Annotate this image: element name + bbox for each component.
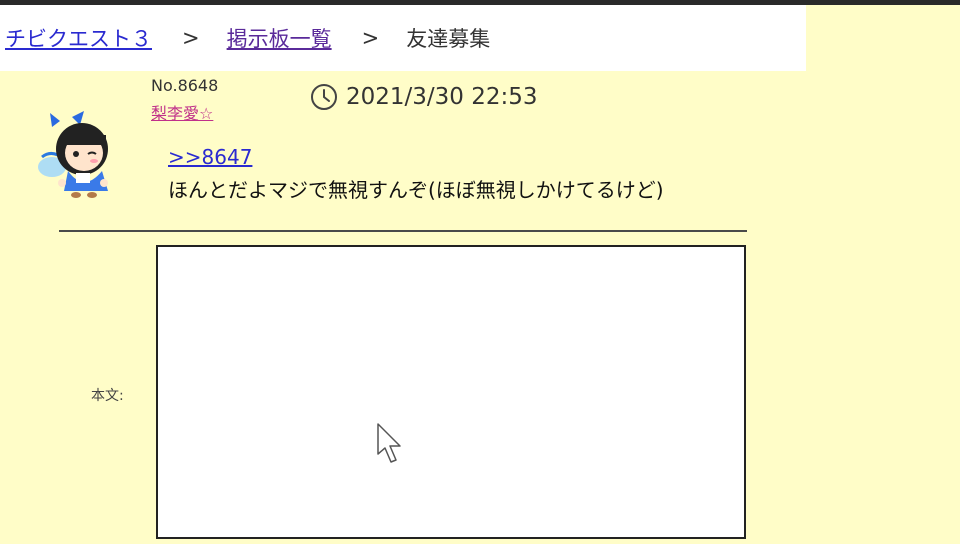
- chibi-avatar[interactable]: [32, 109, 124, 199]
- breadcrumb-separator: >: [182, 26, 200, 50]
- breadcrumb-current: 友達募集: [406, 27, 491, 51]
- breadcrumb-link-home[interactable]: チビクエスト３: [5, 23, 152, 53]
- mouse-cursor-icon: [377, 423, 401, 463]
- breadcrumb: チビクエスト３ > 掲示板一覧 > 友達募集: [0, 5, 806, 71]
- breadcrumb-link-board-list[interactable]: 掲示板一覧: [227, 23, 332, 53]
- reply-anchor-link[interactable]: >>8647: [168, 145, 252, 169]
- post-author[interactable]: 梨李愛☆: [151, 100, 213, 124]
- divider: [59, 230, 747, 232]
- clock-icon: [311, 84, 337, 110]
- post-timestamp-row: 2021/3/30 22:53: [310, 83, 538, 111]
- post-number: No.8648: [151, 76, 219, 95]
- post: No.8648 梨李愛☆ 2021/3/30 22:53 >>8647 ほんとだ…: [0, 71, 806, 231]
- post-body: ほんとだよマジで無視すんぞ(ほぼ無視しかけてるけど): [168, 178, 664, 202]
- post-timestamp: 2021/3/30 22:53: [346, 84, 538, 110]
- body-textarea[interactable]: [156, 245, 746, 539]
- body-field-label: 本文:: [91, 388, 124, 404]
- breadcrumb-separator: >: [361, 26, 380, 50]
